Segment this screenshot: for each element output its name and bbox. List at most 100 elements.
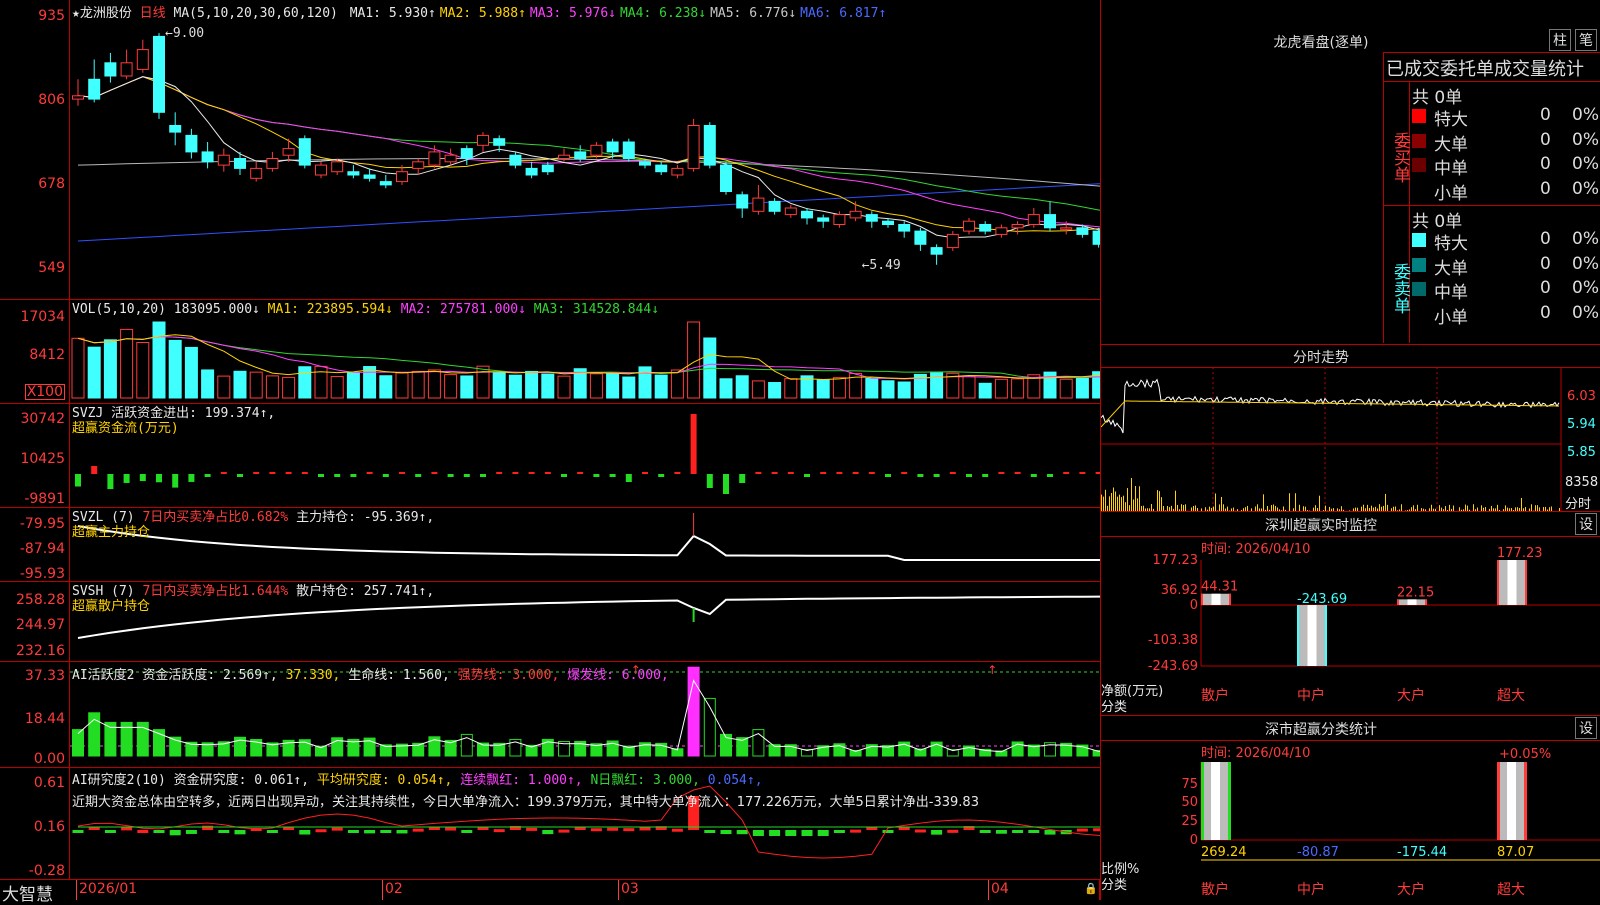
- svzl-subtitle: 超赢主力持仓: [72, 525, 150, 540]
- ai-research-axis-label: 0.61: [34, 776, 65, 790]
- intraday-volume-bar: [1263, 494, 1264, 512]
- ma2-line: [78, 77, 1100, 232]
- flow-bar: [512, 472, 518, 474]
- class-axis-label: 50: [1181, 795, 1198, 810]
- vol-ma1: MA1: 223895.594↓: [268, 302, 393, 317]
- candle-body: [494, 139, 505, 146]
- candle-body: [413, 162, 424, 169]
- order-count: 0: [1540, 154, 1551, 174]
- intraday-volume-bar: [1103, 497, 1104, 512]
- longhu-table: 已成交委托单成交量统计 委买单 共 0单 特大00%大单00%中单00%小单00…: [1383, 52, 1600, 343]
- ai-activity-panel[interactable]: 37.33 18.44 0.00 AI活跃度2 资金活跃度: 2.569↑, 3…: [0, 662, 1100, 768]
- candle-body: [753, 198, 764, 211]
- flow-bar: [642, 472, 648, 474]
- candle-body: [802, 211, 813, 218]
- candle-body: [996, 228, 1007, 235]
- volume-panel[interactable]: 17034 8412 X100 VOL(5,10,20) 183095.000↓…: [0, 300, 1100, 404]
- tick-view-button[interactable]: 笔: [1575, 29, 1597, 51]
- volume-bar: [153, 322, 165, 398]
- volume-bar: [995, 379, 1007, 398]
- candle-body: [397, 172, 408, 182]
- research-bar: [1045, 830, 1056, 835]
- order-percent: 0%: [1572, 130, 1599, 150]
- ai-research-axis-label: 0.16: [34, 820, 65, 834]
- flow-bar: [998, 472, 1004, 474]
- intraday-volume-bar: [1121, 497, 1122, 512]
- intraday-volume-bar: [1113, 487, 1114, 512]
- brand-label[interactable]: 大智慧: [2, 880, 53, 905]
- ai2-summary: 近期大资金总体由空转多，近两日出现异动，关注其持续性，今日大单净流入：199.3…: [72, 795, 979, 810]
- flow-bar: [529, 472, 535, 474]
- volume-bar: [380, 376, 392, 398]
- order-percent: 0%: [1572, 179, 1599, 199]
- vol-ma3-line: [78, 337, 1100, 378]
- sz-monitor-panel[interactable]: 深圳超赢实时监控 设 时间: 2026/04/10 177.2336.920-1…: [1100, 512, 1600, 716]
- candlestick-chart[interactable]: ←9.00←5.49: [70, 0, 1100, 300]
- volume-bar: [882, 381, 894, 398]
- lock-icon[interactable]: 🔒: [1084, 882, 1098, 895]
- stock-name[interactable]: ★龙洲股份: [72, 6, 132, 21]
- high-marker: ←9.00: [165, 26, 204, 41]
- candle-body: [526, 168, 537, 175]
- research-bar: [1077, 829, 1088, 832]
- order-size-swatch: [1412, 233, 1426, 247]
- svzl-panel[interactable]: -79.95 -87.94 -95.93 SVZL (7) 7日内买卖净占比0.…: [0, 508, 1100, 582]
- monitor-value-label: 177.23: [1497, 546, 1543, 561]
- candle-body: [866, 215, 877, 222]
- ai-research-legend: AI研究度2(10) 资金研究度: 0.061↑, 平均研究度: 0.054↑,…: [72, 770, 979, 814]
- research-bar: [494, 829, 505, 832]
- volume-bar: [963, 376, 975, 398]
- research-bar: [1093, 828, 1100, 831]
- volume-bar: [250, 372, 262, 398]
- order-count: 0: [1540, 278, 1551, 298]
- monitor-category: 中户: [1297, 687, 1325, 704]
- intraday-chart[interactable]: [1101, 367, 1600, 512]
- bar-view-button[interactable]: 柱: [1549, 29, 1571, 51]
- order-row: 大单00%: [1384, 130, 1600, 154]
- class-axis-label: 0: [1190, 833, 1198, 848]
- volume-bar: [542, 374, 554, 398]
- volume-bar: [461, 376, 473, 398]
- candle-body: [316, 165, 327, 175]
- flow-bar: [318, 474, 324, 477]
- candle-body: [251, 168, 262, 178]
- flow-bar: [577, 472, 583, 474]
- sz-class-panel[interactable]: 深市超赢分类统计 设 时间: 2026/04/10 7550250+0.05%2…: [1100, 716, 1600, 900]
- order-percent: 0%: [1572, 154, 1599, 174]
- svzl-head: SVZL (7): [72, 510, 135, 525]
- volume-bar: [979, 383, 991, 398]
- class-category: 中户: [1297, 881, 1325, 898]
- kline-panel[interactable]: 935 806 678 549 ★龙洲股份 日线 MA(5,10,20,30,6…: [0, 0, 1100, 300]
- intraday-volume-bar: [1139, 486, 1140, 512]
- svsh-panel[interactable]: 258.28 244.97 232.16 SVSH (7) 7日内买卖净占比1.…: [0, 582, 1100, 662]
- candle-body: [89, 79, 100, 99]
- research-bar: [105, 830, 116, 833]
- volume-bar: [785, 379, 797, 398]
- intraday-panel[interactable]: 分时走势 6.03 5.94 5.85 8358 分时: [1100, 345, 1600, 512]
- flow-bar: [901, 472, 907, 474]
- research-bar: [316, 829, 327, 832]
- candle-body: [267, 159, 278, 169]
- research-bar: [623, 828, 634, 831]
- svzj-panel[interactable]: 30742 10425 -9891 SVZJ 活跃资金进出: 199.374↑,…: [0, 404, 1100, 508]
- sz-class-chart[interactable]: 7550250+0.05%269.24散户-80.87中户-175.44大户87…: [1101, 716, 1600, 900]
- intraday-volume-bar: [1295, 493, 1296, 512]
- flow-bar: [286, 472, 292, 474]
- period-label[interactable]: 日线: [140, 6, 166, 21]
- sz-monitor-chart[interactable]: 177.2336.920-103.38-243.6944.31散户-243.69…: [1101, 512, 1600, 716]
- price-axis-label: 549: [38, 261, 65, 275]
- research-bar: [299, 830, 310, 835]
- monitor-bar-edge: [1229, 594, 1231, 605]
- monitor-bar-highlight: [1308, 605, 1317, 666]
- research-bar: [559, 830, 570, 833]
- date-tick: 03: [618, 880, 619, 900]
- intraday-volume-bar: [1175, 491, 1176, 512]
- volume-bar: [234, 371, 246, 398]
- ai-research-panel[interactable]: 0.61 0.16 -0.28 AI研究度2(10) 资金研究度: 0.061↑…: [0, 768, 1100, 880]
- order-row: 大单00%: [1384, 254, 1600, 278]
- price-axis-label: 678: [38, 177, 65, 191]
- order-size-name: 中单: [1434, 278, 1468, 303]
- intraday-volume-bar: [1109, 496, 1110, 512]
- flow-bar: [91, 466, 97, 474]
- class-category: 散户: [1201, 881, 1229, 898]
